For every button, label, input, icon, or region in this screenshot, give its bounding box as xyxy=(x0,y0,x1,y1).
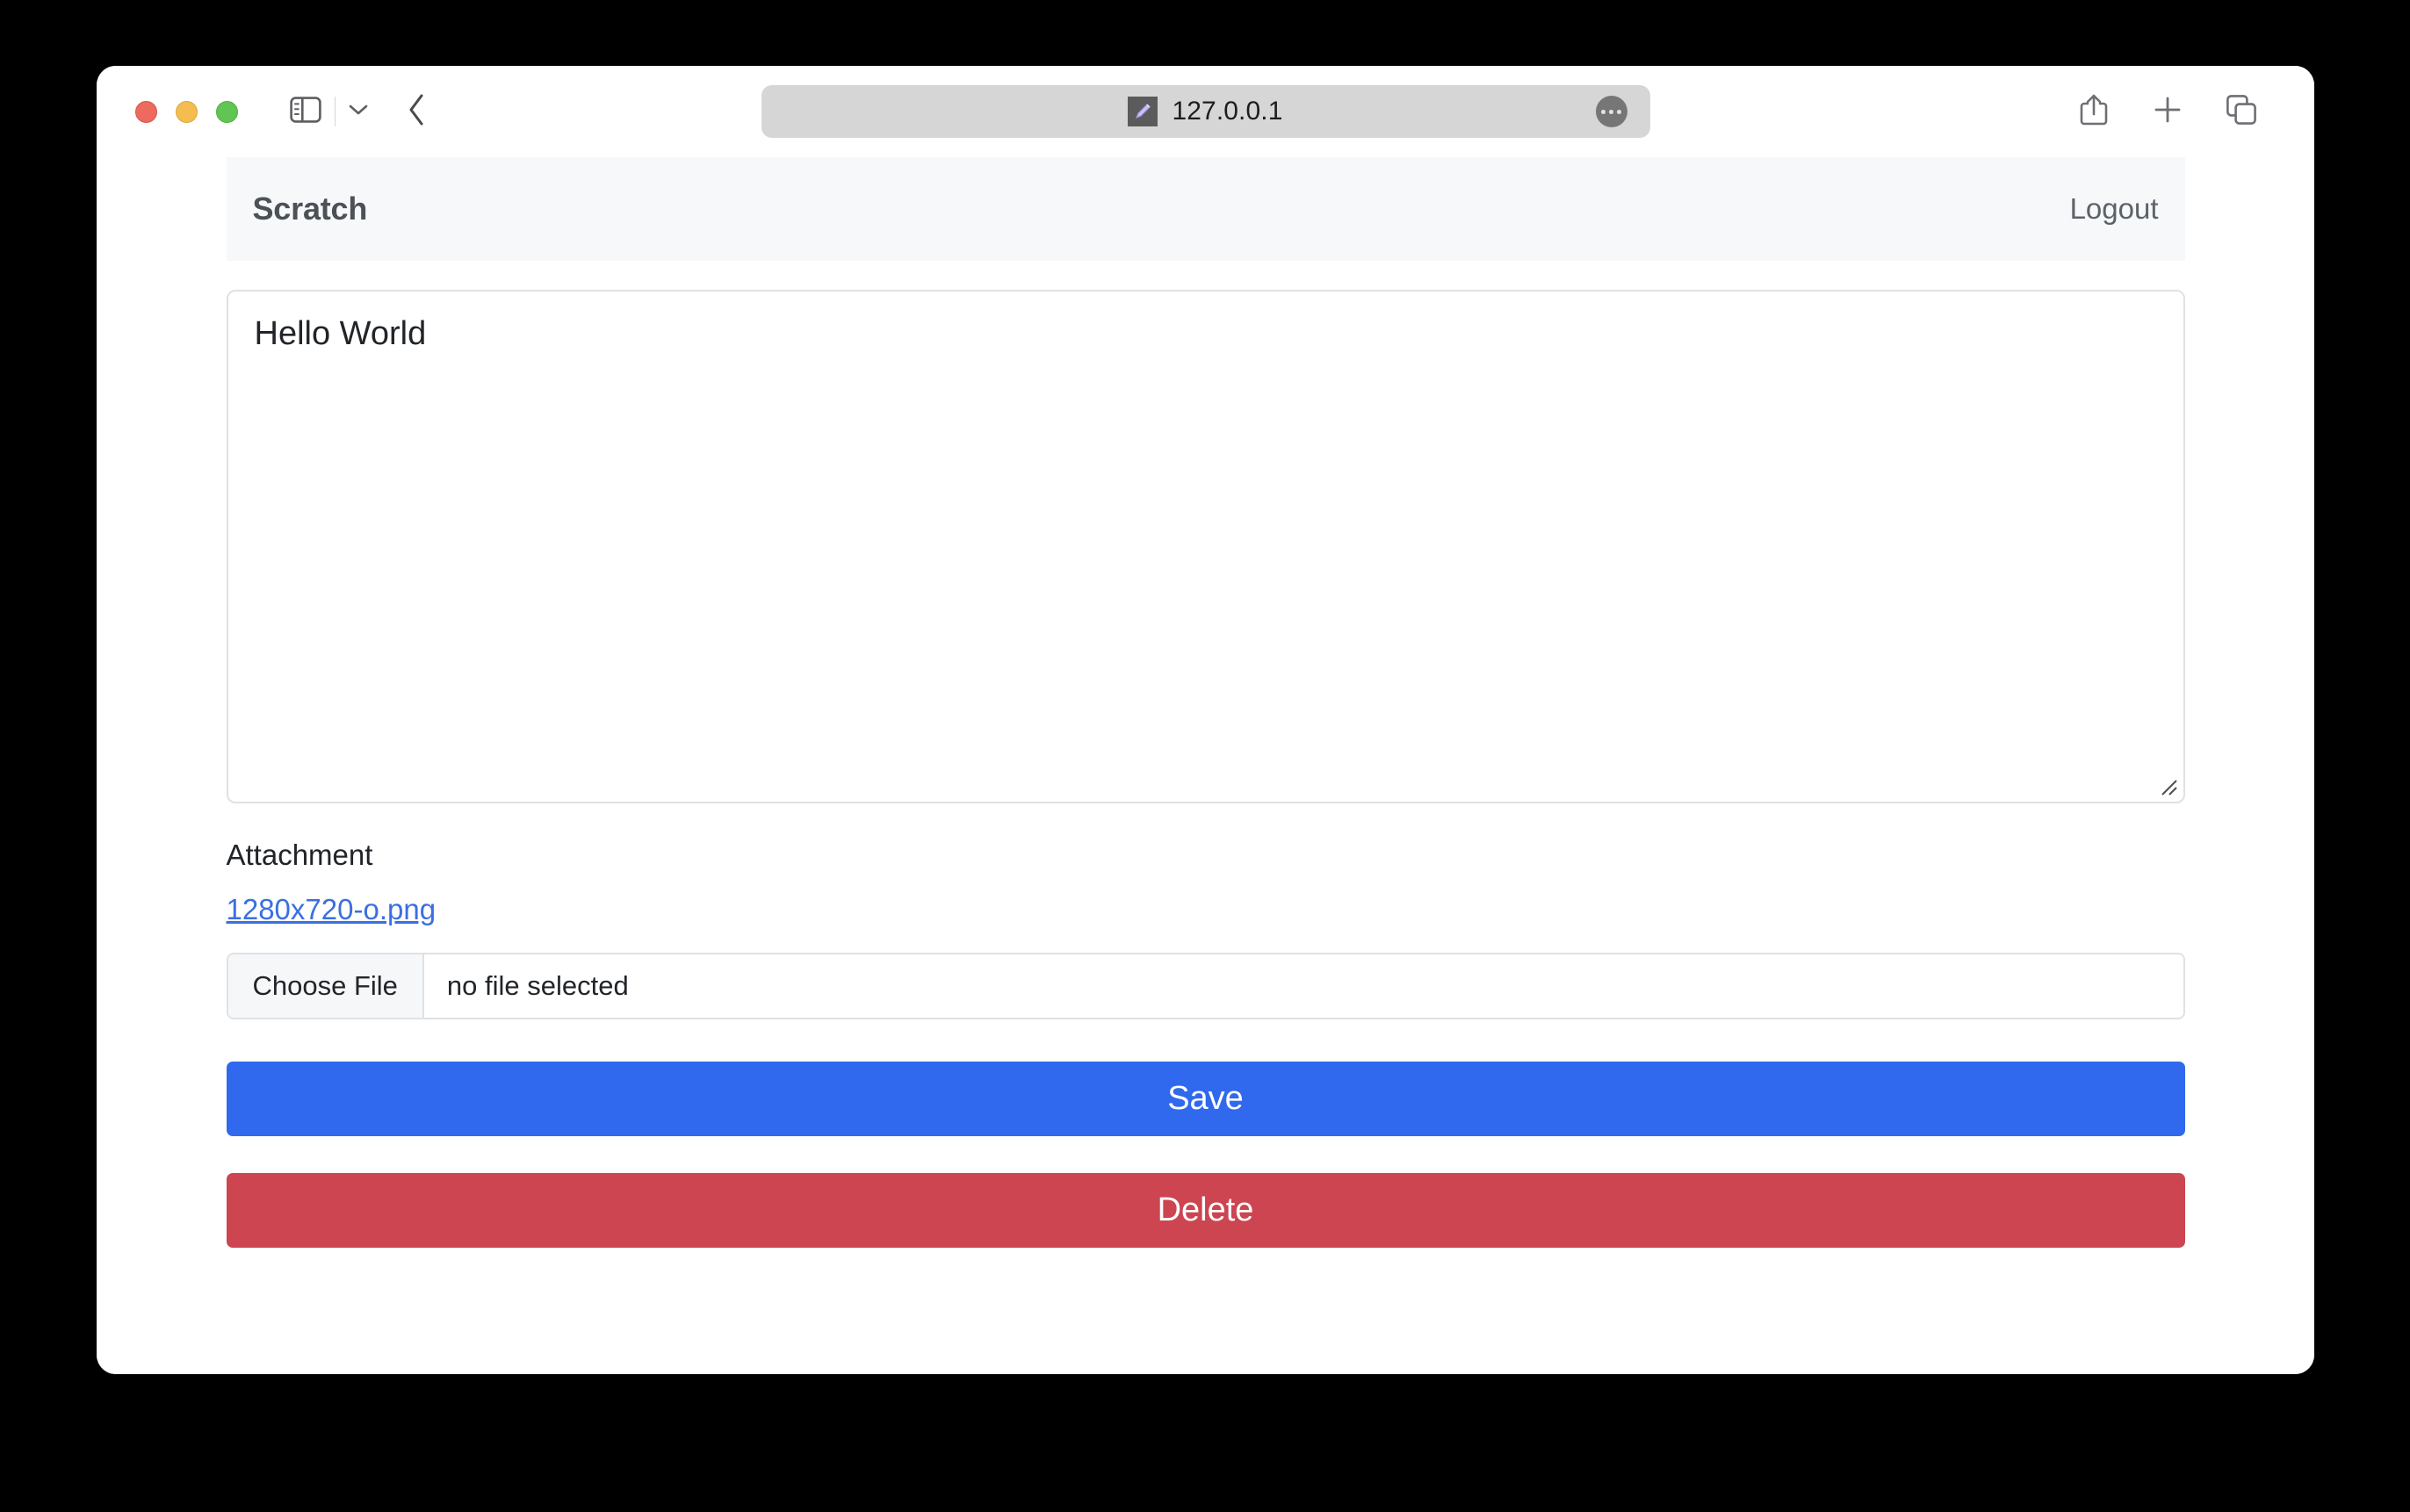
note-textarea[interactable] xyxy=(226,290,2185,803)
toolbar-nav-group xyxy=(280,86,444,137)
app-header: Scratch Logout xyxy=(226,157,2185,261)
address-bar-content: 127.0.0.1 xyxy=(1128,97,1282,126)
page-title: Scratch xyxy=(252,191,368,227)
tab-overview-icon xyxy=(2226,94,2257,130)
address-bar-url: 127.0.0.1 xyxy=(1172,97,1283,126)
ellipsis-dot xyxy=(1601,109,1605,114)
minimize-window-button[interactable] xyxy=(176,100,198,123)
address-bar[interactable]: 127.0.0.1 xyxy=(761,85,1650,138)
logout-link[interactable]: Logout xyxy=(2070,192,2159,226)
plus-icon xyxy=(2153,95,2183,129)
address-bar-more-button[interactable] xyxy=(1595,96,1627,127)
save-button[interactable]: Save xyxy=(226,1062,2185,1136)
maximize-window-button[interactable] xyxy=(216,100,238,123)
window-controls xyxy=(135,100,238,123)
attachment-label: Attachment xyxy=(226,839,373,871)
browser-toolbar: 127.0.0.1 xyxy=(97,66,2314,157)
close-window-button[interactable] xyxy=(135,100,157,123)
toolbar-right-group xyxy=(2068,86,2267,137)
note-editor-wrap xyxy=(226,290,2185,803)
chevron-down-icon xyxy=(348,103,369,121)
back-button[interactable] xyxy=(390,86,444,137)
page-content: Scratch Logout Attachment 1280x720-o.png… xyxy=(226,157,2185,1248)
choose-file-button[interactable]: Choose File xyxy=(227,954,424,1018)
sidebar-toggle-icon xyxy=(290,96,321,127)
ellipsis-dot xyxy=(1609,109,1613,114)
share-icon xyxy=(2079,92,2109,132)
sidebar-toggle-button[interactable] xyxy=(280,86,331,137)
new-tab-button[interactable] xyxy=(2142,86,2193,137)
back-chevron-icon xyxy=(407,92,428,132)
toolbar-divider xyxy=(335,97,336,126)
share-button[interactable] xyxy=(2068,86,2119,137)
file-input[interactable]: Choose File no file selected xyxy=(226,953,2185,1019)
delete-button[interactable]: Delete xyxy=(226,1173,2185,1248)
sidebar-options-button[interactable] xyxy=(339,86,378,137)
selected-file-name: no file selected xyxy=(446,970,629,1001)
browser-window: 127.0.0.1 Scratch Logout Hello World Att… xyxy=(97,66,2314,1374)
attachment-file-link[interactable]: 1280x720-o.png xyxy=(227,893,437,926)
ellipsis-dot xyxy=(1617,109,1621,114)
page-viewport: Scratch Logout Attachment 1280x720-o.png… xyxy=(97,157,2314,1374)
pencil-favicon xyxy=(1128,97,1158,126)
tab-overview-button[interactable] xyxy=(2216,86,2267,137)
